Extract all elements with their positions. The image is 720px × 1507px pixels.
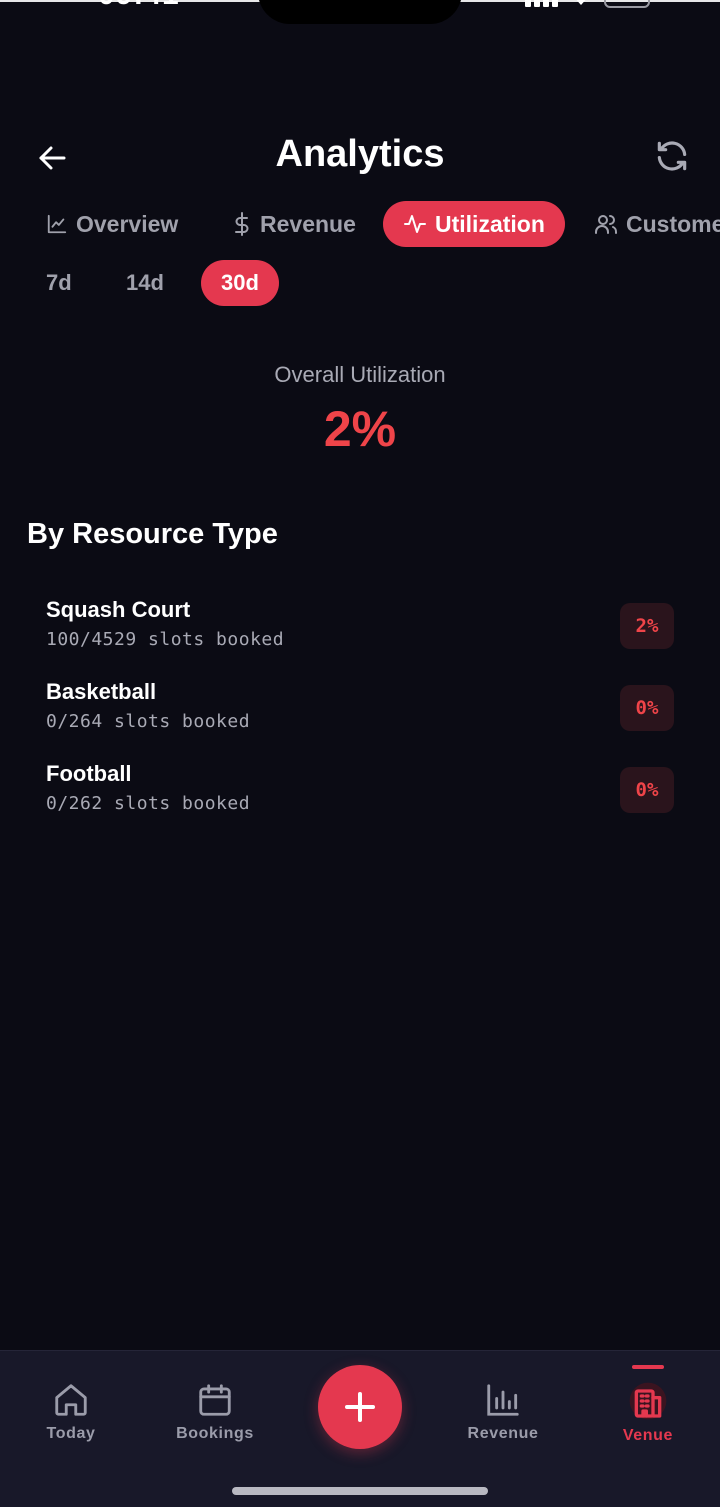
resource-name: Football xyxy=(46,761,132,786)
resource-slots: 0/264 slots booked xyxy=(46,711,251,732)
section-title: By Resource Type xyxy=(27,518,278,550)
nav-venue[interactable]: Venue xyxy=(593,1381,703,1445)
tab-overview[interactable]: Overview xyxy=(26,201,198,247)
device-notch xyxy=(258,0,462,24)
nav-revenue[interactable]: Revenue xyxy=(448,1381,558,1443)
active-tab-indicator xyxy=(632,1365,664,1369)
battery-icon xyxy=(604,0,650,8)
range-30d[interactable]: 30d xyxy=(201,260,279,306)
building-icon xyxy=(629,1382,667,1420)
add-booking-button[interactable] xyxy=(318,1365,402,1449)
range-7d[interactable]: 7d xyxy=(26,260,92,306)
dollar-icon xyxy=(235,212,249,236)
resource-row-squash-court[interactable]: Squash Court 100/4529 slots booked 2% xyxy=(46,597,676,665)
tab-customers[interactable]: Customers xyxy=(574,201,720,247)
home-indicator xyxy=(232,1487,488,1495)
status-icons xyxy=(525,0,650,8)
resource-slots: 100/4529 slots booked xyxy=(46,629,285,650)
line-chart-icon xyxy=(47,214,67,234)
nav-label: Today xyxy=(46,1425,96,1442)
plus-icon xyxy=(345,1392,375,1422)
utilization-badge: 0% xyxy=(620,767,674,813)
activity-icon xyxy=(404,215,426,233)
signal-icon xyxy=(525,0,558,7)
status-time: 09:41 xyxy=(98,0,180,12)
overall-utilization-label: Overall Utilization xyxy=(274,362,446,387)
wifi-icon xyxy=(576,0,586,5)
resource-row-football[interactable]: Football 0/262 slots booked 0% xyxy=(46,761,676,829)
analytics-screen: 09:41 Analytics Overview Revenue xyxy=(0,0,720,1507)
nav-today[interactable]: Today xyxy=(16,1381,126,1443)
calendar-icon xyxy=(199,1384,231,1416)
nav-bookings[interactable]: Bookings xyxy=(160,1381,270,1443)
header: Analytics xyxy=(0,130,720,184)
nav-label: Venue xyxy=(622,1427,674,1444)
tab-label: Overview xyxy=(76,210,179,237)
refresh-icon xyxy=(657,141,687,171)
home-icon xyxy=(55,1384,87,1416)
tab-label: Revenue xyxy=(260,210,356,237)
resource-slots: 0/262 slots booked xyxy=(46,793,251,814)
page-title: Analytics xyxy=(275,133,445,175)
overall-utilization-value: 2% xyxy=(323,401,397,457)
range-14d[interactable]: 14d xyxy=(106,260,184,306)
resource-row-basketball[interactable]: Basketball 0/264 slots booked 0% xyxy=(46,679,676,747)
analytics-tabs: Overview Revenue Utilization Customers xyxy=(0,201,720,247)
tab-utilization[interactable]: Utilization xyxy=(383,201,565,247)
utilization-badge: 0% xyxy=(620,685,674,731)
resource-name: Squash Court xyxy=(46,597,191,622)
date-range-selector: 7d 14d 30d xyxy=(0,260,720,306)
nav-label: Bookings xyxy=(176,1425,254,1442)
refresh-button[interactable] xyxy=(650,134,694,178)
nav-label: Revenue xyxy=(467,1425,539,1442)
users-icon xyxy=(595,215,617,234)
tab-label: Customers xyxy=(626,210,720,237)
utilization-badge: 2% xyxy=(620,603,674,649)
bottom-nav: Today Bookings Revenue Venue xyxy=(0,1350,720,1507)
tab-revenue[interactable]: Revenue xyxy=(212,201,376,247)
bar-chart-icon xyxy=(487,1384,519,1416)
resource-name: Basketball xyxy=(46,679,157,704)
tab-label: Utilization xyxy=(435,210,545,237)
